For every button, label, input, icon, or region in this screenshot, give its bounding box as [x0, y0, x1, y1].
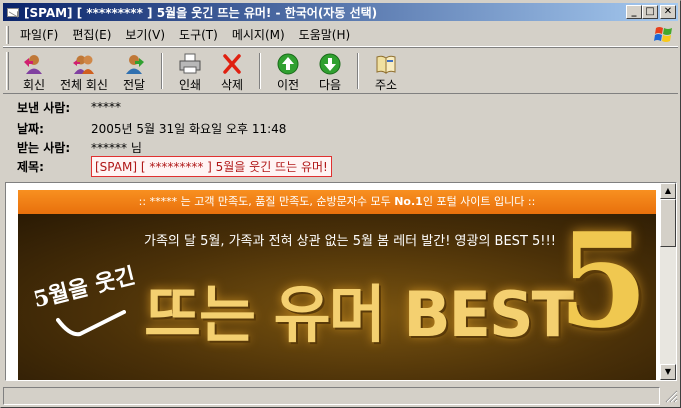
maximize-button[interactable]: □: [642, 5, 658, 19]
minimize-button[interactable]: _: [626, 5, 642, 19]
menu-view[interactable]: 보기(V): [118, 26, 172, 43]
to-row: 받는 사람: ****** 님: [17, 138, 142, 156]
handwritten-text: 5월을 웃긴: [30, 262, 139, 314]
resize-grip-icon[interactable]: [662, 387, 678, 405]
previous-button[interactable]: 이전: [267, 49, 309, 93]
toolbar-separator: [259, 53, 261, 89]
forward-label: 전달: [122, 78, 146, 92]
menu-message[interactable]: 메시지(M): [225, 26, 292, 43]
print-button[interactable]: 인쇄: [169, 49, 211, 93]
delete-button[interactable]: 삭제: [211, 49, 253, 93]
window-title: [SPAM] [ ********* ] 5월을 웃긴 뜨는 유머! - 한국어…: [24, 5, 378, 20]
scroll-up-button[interactable]: ▲: [660, 183, 676, 199]
windows-logo-icon: [653, 24, 675, 45]
date-row: 날짜: 2005년 5월 31일 화요일 오후 11:48: [17, 119, 286, 137]
from-value[interactable]: *****: [91, 100, 121, 114]
next-button[interactable]: 다음: [309, 49, 351, 93]
status-bar: [3, 387, 678, 405]
subject-label: 제목:: [17, 159, 44, 174]
check-stroke-icon: [56, 310, 126, 337]
title-bar[interactable]: [SPAM] [ ********* ] 5월을 웃긴 뜨는 유머! - 한국어…: [3, 3, 678, 21]
banner-text-post: 인 포털 사이트 입니다 ::: [422, 195, 536, 208]
reply-label: 회신: [22, 78, 46, 92]
menu-grip[interactable]: [6, 25, 9, 44]
message-headers: 보낸 사람: ***** 날짜: 2005년 5월 31일 화요일 오후 11:…: [3, 96, 678, 182]
message-window: [SPAM] [ ********* ] 5월을 웃긴 뜨는 유머! - 한국어…: [0, 0, 681, 408]
toolbar: 회신 전체 회신 전달 인쇄 삭제 이전 다음 주소: [3, 49, 678, 94]
toolbar-grip[interactable]: [6, 52, 9, 90]
menu-help[interactable]: 도움말(H): [292, 26, 358, 43]
delete-x-icon: [220, 53, 244, 75]
menu-file[interactable]: 파일(F): [13, 26, 65, 43]
menu-bar: 파일(F) 편집(E) 보기(V) 도구(T) 메시지(M) 도움말(H): [3, 23, 678, 47]
close-button[interactable]: ✕: [660, 5, 676, 19]
big-title-text: 뜨는 유머 BEST: [144, 278, 574, 351]
addresses-label: 주소: [374, 78, 398, 92]
tagline-text: 가족의 달 5월, 가족과 전혀 상관 없는 5월 봄 레터 발간! 영광의 B…: [144, 234, 556, 249]
portal-banner[interactable]: :: ***** 는 고객 만족도, 품질 만족도, 순방문자수 모두 No.1…: [18, 190, 656, 214]
big-five-text: 5: [558, 214, 649, 357]
reply-icon: [22, 53, 46, 75]
html-content: :: ***** 는 고객 만족도, 품질 만족도, 순방문자수 모두 No.1…: [18, 190, 656, 380]
status-pane: [3, 387, 660, 405]
up-arrow-icon: [276, 53, 300, 75]
previous-label: 이전: [276, 78, 300, 92]
reply-all-button[interactable]: 전체 회신: [55, 49, 113, 93]
print-label: 인쇄: [178, 78, 202, 92]
subject-value: [SPAM] [ ********* ] 5월을 웃긴 뜨는 유머!: [91, 155, 332, 177]
envelope-icon: [6, 5, 20, 19]
reply-button[interactable]: 회신: [13, 49, 55, 93]
scroll-thumb[interactable]: [660, 199, 676, 247]
delete-label: 삭제: [220, 78, 244, 92]
down-arrow-icon: [318, 53, 342, 75]
scroll-down-button[interactable]: ▼: [660, 364, 676, 380]
toolbar-separator: [357, 53, 359, 89]
from-row: 보낸 사람: *****: [17, 98, 121, 116]
reply-all-label: 전체 회신: [60, 78, 108, 92]
date-value: 2005년 5월 31일 화요일 오후 11:48: [91, 121, 287, 136]
date-label: 날짜:: [17, 121, 44, 136]
to-value[interactable]: ****** 님: [91, 139, 142, 156]
vertical-scrollbar[interactable]: ▲ ▼: [660, 183, 676, 380]
next-label: 다음: [318, 78, 342, 92]
humor-banner-image[interactable]: 5월을 웃긴 가족의 달 5월, 가족과 전혀 상관 없는 5월 봄 레터 발간…: [18, 214, 656, 380]
menu-tools[interactable]: 도구(T): [172, 26, 225, 43]
forward-icon: [122, 53, 146, 75]
addresses-button[interactable]: 주소: [365, 49, 407, 93]
printer-icon: [178, 53, 202, 75]
subject-row: 제목: [SPAM] [ ********* ] 5월을 웃긴 뜨는 유머!: [17, 155, 332, 177]
forward-button[interactable]: 전달: [113, 49, 155, 93]
reply-all-icon: [72, 53, 96, 75]
banner-text-bold: No.1: [394, 195, 423, 208]
address-book-icon: [374, 53, 398, 75]
message-body[interactable]: :: ***** 는 고객 만족도, 품질 만족도, 순방문자수 모두 No.1…: [5, 182, 677, 381]
menu-edit[interactable]: 편집(E): [65, 26, 118, 43]
from-label: 보낸 사람:: [17, 100, 71, 115]
toolbar-separator: [161, 53, 163, 89]
banner-text-pre: :: ***** 는 고객 만족도, 품질 만족도, 순방문자수 모두: [138, 195, 395, 208]
to-label: 받는 사람:: [17, 140, 71, 155]
